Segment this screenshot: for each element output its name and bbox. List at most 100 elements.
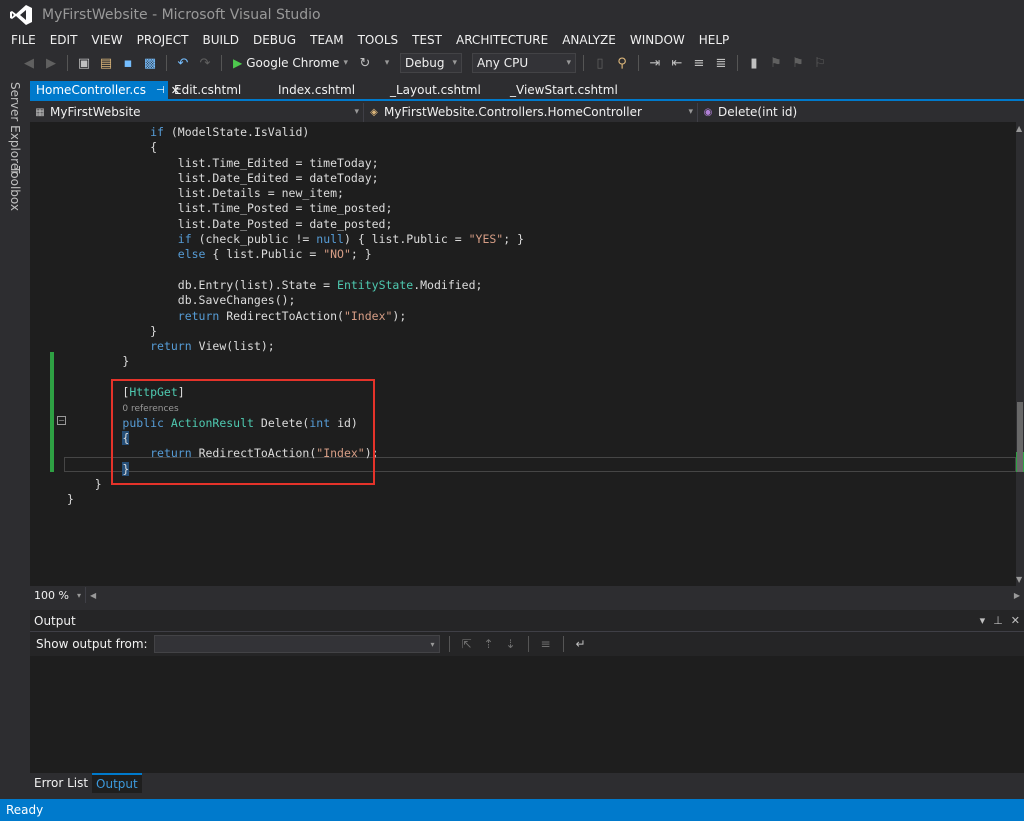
tab-homecontroller[interactable]: HomeController.cs ⊣ ✕ xyxy=(30,81,180,99)
pin-icon[interactable]: ⊥ xyxy=(993,614,1003,627)
code-line[interactable]: else { list.Public = "NO"; } xyxy=(67,247,524,262)
code-editor[interactable]: − if (ModelState.IsValid) { list.Time_Ed… xyxy=(30,122,1016,586)
toolbox-tab[interactable]: Toolbox xyxy=(8,166,22,211)
code-line[interactable]: { xyxy=(67,140,524,155)
uncomment-icon[interactable]: ≣ xyxy=(712,54,730,72)
member-value: Delete(int id) xyxy=(718,105,798,119)
tab-viewstart-cshtml[interactable]: _ViewStart.cshtml xyxy=(504,81,634,99)
menu-window[interactable]: WINDOW xyxy=(623,30,692,50)
dropdown-icon[interactable]: ▾ xyxy=(980,614,986,627)
code-line[interactable]: if (check_public != null) { list.Public … xyxy=(67,232,524,247)
server-explorer-tab[interactable]: Server Explorer xyxy=(8,82,22,175)
menu-architecture[interactable]: ARCHITECTURE xyxy=(449,30,555,50)
code-line[interactable]: list.Date_Posted = date_posted; xyxy=(67,217,524,232)
open-file-icon[interactable]: ▤ xyxy=(97,54,115,72)
play-icon: ▶ xyxy=(233,56,243,70)
clear-all-icon[interactable]: ≡ xyxy=(538,636,554,652)
tab-label: Index.cshtml xyxy=(278,83,356,97)
previous-message-icon[interactable]: ⇡ xyxy=(481,636,497,652)
next-message-icon[interactable]: ⇣ xyxy=(503,636,519,652)
code-line[interactable]: db.SaveChanges(); xyxy=(67,293,524,308)
scroll-up-icon[interactable]: ▲ xyxy=(1016,124,1022,133)
code-line[interactable]: list.Time_Posted = time_posted; xyxy=(67,201,524,216)
menu-test[interactable]: TEST xyxy=(405,30,449,50)
comment-icon[interactable]: ≡ xyxy=(690,54,708,72)
menu-tools[interactable]: TOOLS xyxy=(351,30,406,50)
chevron-down-icon: ▾ xyxy=(343,58,348,68)
configuration-select[interactable]: Debug ▾ xyxy=(399,53,462,73)
find-in-files-icon[interactable]: ⚲ xyxy=(613,54,631,72)
menu-debug[interactable]: DEBUG xyxy=(246,30,303,50)
scroll-down-icon[interactable]: ▼ xyxy=(1016,575,1022,584)
bookmark-prev-icon[interactable]: ⚑ xyxy=(767,54,785,72)
member-select[interactable]: ◉ Delete(int id) xyxy=(698,103,1024,122)
pin-icon[interactable]: ⊣ xyxy=(156,85,165,96)
new-project-icon[interactable]: ▣ xyxy=(75,54,93,72)
undo-icon[interactable]: ↶ xyxy=(174,54,192,72)
code-line[interactable]: db.Entry(list).State = EntityState.Modif… xyxy=(67,278,524,293)
editor-horizontal-scrollbar[interactable] xyxy=(100,590,1010,600)
platform-select[interactable]: Any CPU ▾ xyxy=(471,53,576,73)
status-bar: Ready xyxy=(0,799,1024,821)
indent-icon[interactable]: ⇥ xyxy=(646,54,664,72)
visual-studio-logo-icon xyxy=(10,5,32,25)
bookmark-clear-icon[interactable]: ⚐ xyxy=(811,54,829,72)
configuration-value: Debug xyxy=(404,56,445,70)
tab-error-list[interactable]: Error List xyxy=(30,774,92,792)
scroll-right-icon[interactable]: ▶ xyxy=(1014,591,1020,600)
toolbar-separator xyxy=(448,636,450,652)
outdent-icon[interactable]: ⇤ xyxy=(668,54,686,72)
code-line[interactable]: list.Date_Edited = dateToday; xyxy=(67,171,524,186)
code-line[interactable]: } xyxy=(67,324,524,339)
tab-edit-cshtml[interactable]: Edit.cshtml xyxy=(168,81,272,99)
refresh-icon[interactable]: ↻ xyxy=(356,54,374,72)
output-source-select[interactable]: ▾ xyxy=(153,635,440,653)
navigate-back-icon[interactable]: ◀ xyxy=(20,54,38,72)
project-select[interactable]: ▦ MyFirstWebsite ▾ xyxy=(30,102,364,122)
scrollbar-thumb[interactable] xyxy=(1017,402,1023,472)
toolbar-separator xyxy=(221,55,222,71)
word-wrap-icon[interactable]: ↵ xyxy=(573,636,589,652)
chevron-down-icon[interactable]: ▾ xyxy=(378,54,396,72)
tab-index-cshtml[interactable]: Index.cshtml xyxy=(272,81,384,99)
menu-file[interactable]: FILE xyxy=(4,30,43,50)
show-output-from-label: Show output from: xyxy=(36,637,148,651)
find-message-icon[interactable]: ⇱ xyxy=(459,636,475,652)
code-line[interactable]: return View(list); xyxy=(67,339,524,354)
class-select[interactable]: ◈ MyFirstWebsite.Controllers.HomeControl… xyxy=(364,102,698,122)
code-line[interactable]: return RedirectToAction("Index"); xyxy=(67,309,524,324)
save-all-icon[interactable]: ▩ xyxy=(141,54,159,72)
code-line[interactable]: list.Time_Edited = timeToday; xyxy=(67,156,524,171)
start-debugging-button[interactable]: ▶ Google Chrome ▾ xyxy=(229,56,352,70)
menu-edit[interactable]: EDIT xyxy=(43,30,85,50)
editor-vertical-scrollbar[interactable]: ▲ ▼ xyxy=(1016,122,1024,586)
menu-team[interactable]: TEAM xyxy=(303,30,350,50)
method-icon: ◉ xyxy=(703,106,713,118)
navigate-forward-icon[interactable]: ▶ xyxy=(42,54,60,72)
code-line[interactable]: if (ModelState.IsValid) xyxy=(67,125,524,140)
code-line[interactable]: list.Details = new_item; xyxy=(67,186,524,201)
output-text-area[interactable] xyxy=(30,656,1024,773)
menu-analyze[interactable]: ANALYZE xyxy=(555,30,623,50)
bookmark-icon[interactable]: ▮ xyxy=(745,54,763,72)
menu-view[interactable]: VIEW xyxy=(84,30,129,50)
annotation-highlight-box xyxy=(111,379,375,485)
close-icon[interactable]: ✕ xyxy=(1011,614,1020,627)
code-line[interactable] xyxy=(67,263,524,278)
menu-help[interactable]: HELP xyxy=(692,30,737,50)
attach-icon[interactable]: ▯ xyxy=(591,54,609,72)
save-icon[interactable]: ▪ xyxy=(119,54,137,72)
zoom-select[interactable]: 100 % ▾ xyxy=(30,587,86,603)
code-line[interactable]: } xyxy=(67,354,524,369)
scroll-left-icon[interactable]: ◀ xyxy=(90,591,96,600)
tab-output[interactable]: Output xyxy=(92,773,142,793)
menu-build[interactable]: BUILD xyxy=(195,30,245,50)
code-line[interactable]: } xyxy=(67,492,524,507)
collapse-icon[interactable]: − xyxy=(57,416,66,425)
output-title: Output xyxy=(34,613,76,628)
tab-layout-cshtml[interactable]: _Layout.cshtml xyxy=(384,81,504,99)
menu-bar: FILE EDIT VIEW PROJECT BUILD DEBUG TEAM … xyxy=(0,30,1024,50)
redo-icon[interactable]: ↷ xyxy=(196,54,214,72)
menu-project[interactable]: PROJECT xyxy=(130,30,196,50)
bookmark-next-icon[interactable]: ⚑ xyxy=(789,54,807,72)
